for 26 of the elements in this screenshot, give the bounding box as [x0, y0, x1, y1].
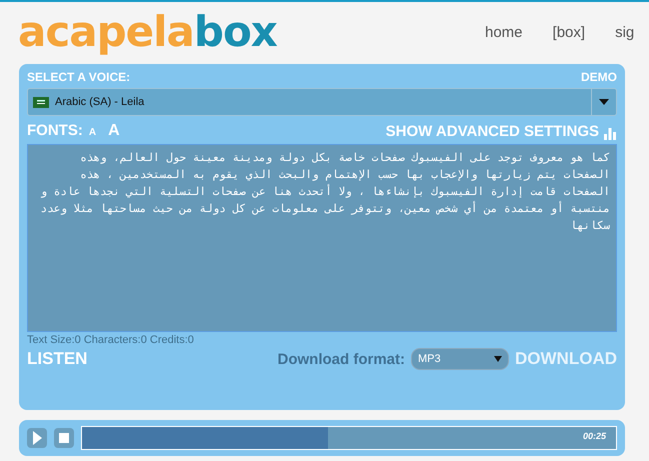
- nav-link[interactable]: home: [485, 24, 523, 40]
- bar-chart-icon: [603, 126, 617, 140]
- play-button[interactable]: [27, 428, 47, 448]
- fonts-label: FONTS:: [27, 122, 83, 139]
- small-font-button[interactable]: A: [88, 127, 96, 138]
- text-input[interactable]: كما هو معروف توجد على الفيسبوك صفحات خاصة بكل دولة ومدينة معينة حول العالم، وهذه الصفحات يتم زيارتها والإعجاب بها حسب الإهتمام والبحث الذي يقوم به المستخدمين ، هذه الصفحات قامت إدارة الفيسبوك بإنشاءها ، ولا أتحدث هنا عن صفحات التسلية التي نجدها عادة و منتسبة أو معتمدة من أي شخص معين، وتتوفر على معلومات عن كل دولة من حيث مساحتها مثلا وعدد سكانها: [27, 144, 617, 332]
- demo-label: DEMO: [581, 70, 617, 84]
- advanced-settings-link[interactable]: SHOW ADVANCED SETTINGS: [386, 122, 599, 140]
- time-label: 00:25: [582, 431, 606, 441]
- section-heading: SELECT A VOICE:: [27, 70, 130, 84]
- progress-track[interactable]: 00:25: [81, 426, 617, 450]
- voice-name: Arabic (SA) - Leila: [55, 96, 146, 108]
- stop-button[interactable]: [54, 428, 74, 448]
- caret-icon: [599, 99, 609, 105]
- listen-button[interactable]: LISTEN: [27, 349, 88, 369]
- play-icon: [32, 431, 42, 445]
- stop-icon: [59, 433, 69, 443]
- voice-select[interactable]: Arabic (SA) - Leila: [27, 88, 617, 116]
- text-stats: Text Size:0 Characters:0 Credits:0: [27, 334, 195, 346]
- nav-link[interactable]: [box]: [552, 24, 586, 40]
- logo: acapelabox: [18, 11, 277, 53]
- nav-link[interactable]: sig: [615, 24, 634, 40]
- flag-icon: [33, 96, 49, 108]
- large-font-button[interactable]: A: [102, 122, 120, 140]
- download-format-label: Download format:: [278, 350, 406, 368]
- caret-icon: [494, 356, 502, 362]
